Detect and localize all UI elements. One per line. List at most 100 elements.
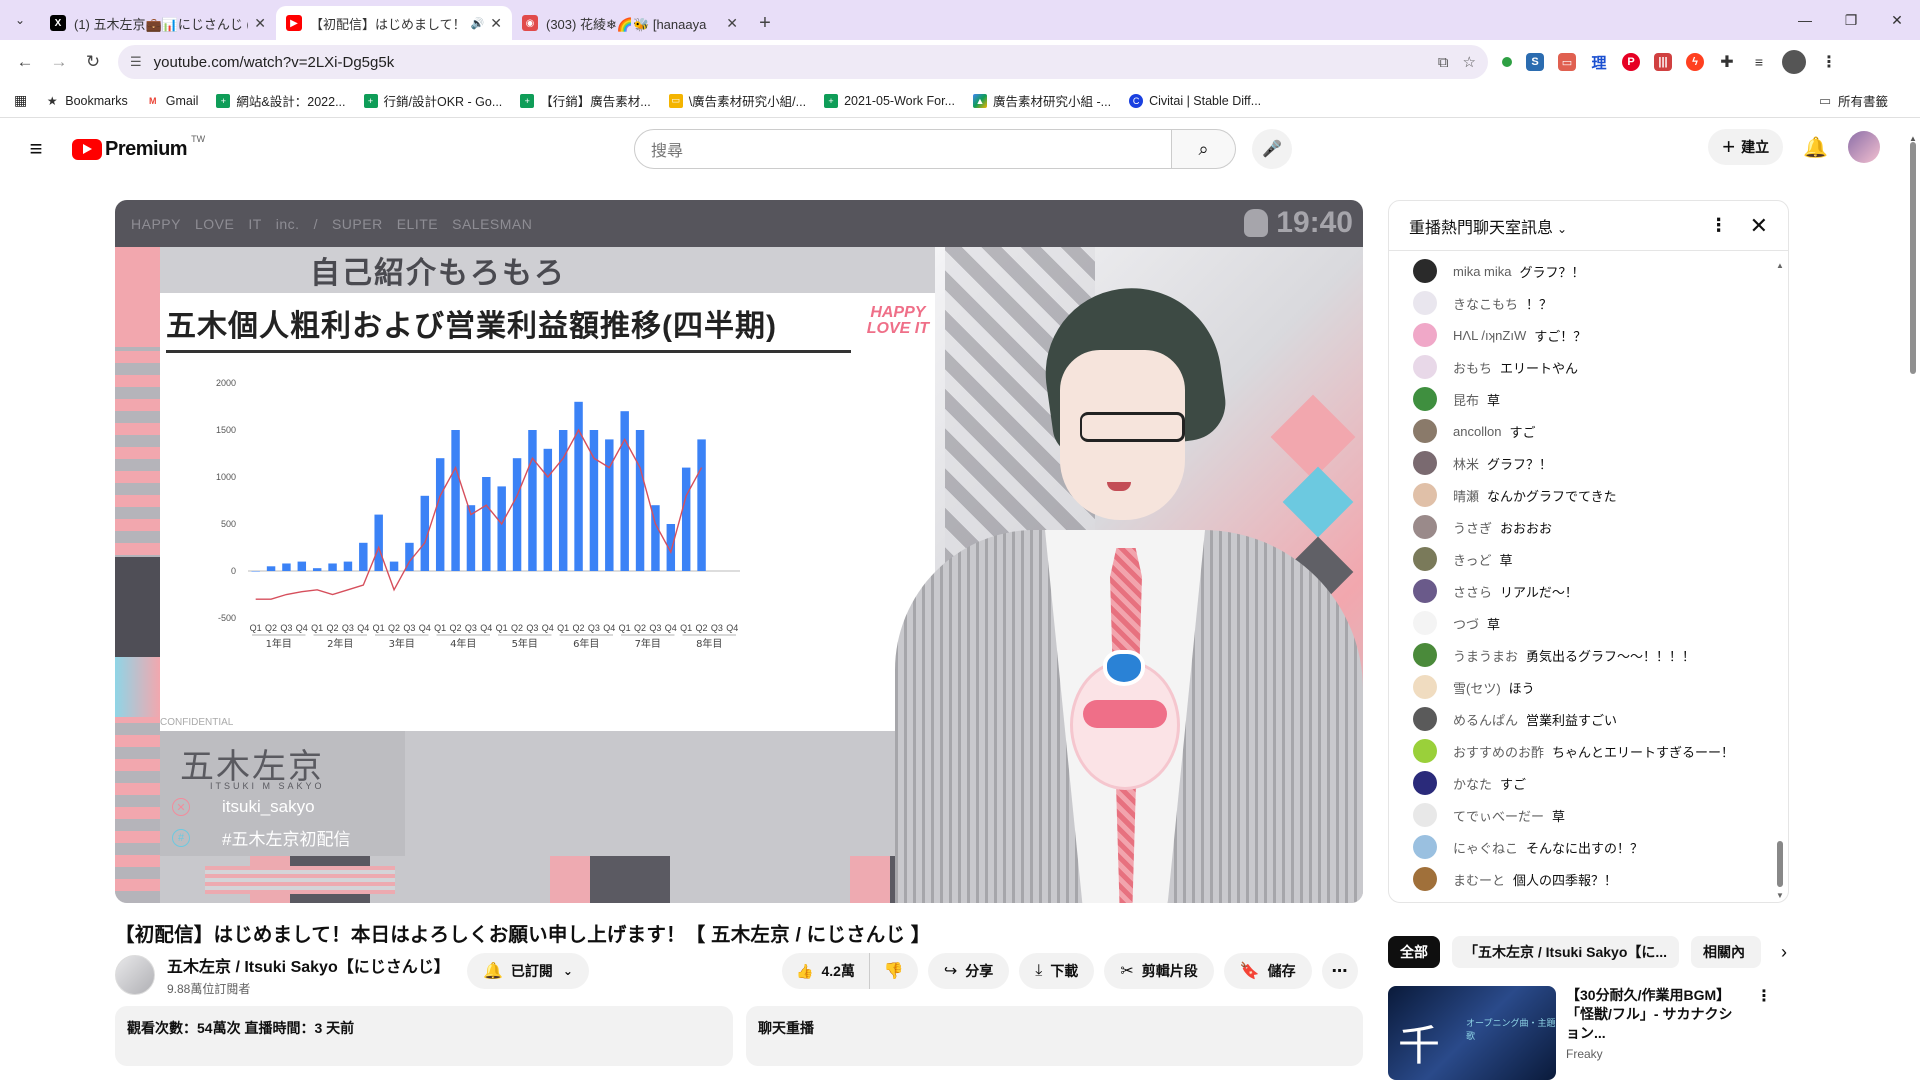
chat-author-avatar[interactable] — [1413, 611, 1437, 635]
chat-author-name[interactable]: つづ — [1453, 614, 1479, 633]
chat-message[interactable]: まむーと 個人の四季報？！ — [1389, 863, 1777, 895]
chat-author-name[interactable]: きなこもち — [1453, 294, 1518, 313]
notifications-bell-icon[interactable]: 🔔 — [1803, 135, 1828, 160]
chat-author-avatar[interactable] — [1413, 355, 1437, 379]
more-vertical-icon[interactable]: ⋮ — [1756, 986, 1772, 1046]
bookmark-star-icon[interactable]: ☆ — [1463, 53, 1476, 71]
youtube-premium-logo[interactable]: Premium TW — [72, 134, 205, 161]
browser-tab-2[interactable]: ▶ 【初配信】はじめまして！ 🔊 ✕ — [276, 6, 512, 40]
chat-message[interactable]: かなた すご — [1389, 767, 1777, 799]
voice-search-button[interactable]: 🎤 — [1252, 129, 1292, 169]
chat-scrollbar[interactable]: ▲ ▼ — [1776, 261, 1784, 901]
apps-grid-icon[interactable]: ▦ — [14, 92, 27, 109]
chat-author-name[interactable]: HɅL /ıʞnZıW — [1453, 328, 1526, 343]
browser-profile-avatar[interactable] — [1782, 50, 1806, 74]
chat-author-avatar[interactable] — [1413, 451, 1437, 475]
chat-message[interactable]: きなこもち ！？ — [1389, 287, 1777, 319]
tab-close-icon[interactable]: ✕ — [490, 15, 502, 32]
speaker-icon[interactable]: 🔊 — [471, 17, 485, 30]
chat-message[interactable]: つづ草 — [1389, 607, 1777, 639]
chat-author-avatar[interactable] — [1413, 739, 1437, 763]
pinterest-icon[interactable]: P — [1622, 53, 1640, 71]
page-scrollbar[interactable]: ▲ — [1906, 134, 1920, 1040]
chat-author-avatar[interactable] — [1413, 387, 1437, 411]
related-video-channel[interactable]: Freaky — [1566, 1047, 1746, 1061]
bookmark-item[interactable]: + 【行銷】廣告素材... — [520, 91, 651, 110]
account-avatar[interactable] — [1848, 131, 1880, 163]
reload-button[interactable]: ↻ — [76, 45, 110, 79]
chat-author-name[interactable]: 昆布 — [1453, 390, 1479, 409]
new-tab-button[interactable]: + — [748, 6, 782, 40]
address-bar[interactable]: ☰ youtube.com/watch?v=2LXi-Dg5g5k ⧉ ☆ — [118, 45, 1488, 79]
bookmark-item[interactable]: ▲ 廣告素材研究小組 -... — [973, 91, 1111, 110]
chat-author-avatar[interactable] — [1413, 483, 1437, 507]
chat-message[interactable]: うさぎ おおおお — [1389, 511, 1777, 543]
scroll-thumb[interactable] — [1910, 142, 1916, 374]
chat-author-avatar[interactable] — [1413, 771, 1437, 795]
bookmark-item[interactable]: +2021-05-Work For... — [824, 93, 955, 108]
bookmark-item[interactable]: + 網站&設計：2022... — [216, 91, 346, 110]
chat-author-name[interactable]: ancollon — [1453, 424, 1501, 439]
bookmark-item[interactable]: + 行銷/設計OKR - Go... — [363, 91, 502, 110]
chat-message[interactable]: HɅL /ıʞnZıW すご！？ — [1389, 319, 1777, 351]
chat-author-name[interactable]: てでぃべーだー — [1453, 806, 1544, 825]
subscribed-button[interactable]: 🔔 已訂閱 ⌄ — [467, 953, 589, 989]
chat-author-avatar[interactable] — [1413, 419, 1437, 443]
channel-name[interactable]: 五木左京 / Itsuki Sakyo【にじさんじ】 — [167, 953, 450, 977]
channel-avatar[interactable] — [115, 955, 155, 995]
minimize-icon[interactable]: — — [1782, 0, 1828, 40]
chat-message[interactable]: 林米 グラフ？！ — [1389, 447, 1777, 479]
chat-author-name[interactable]: きっど — [1453, 550, 1491, 569]
chat-message[interactable]: おもち エリートやん — [1389, 351, 1777, 383]
search-input[interactable]: 搜尋 — [634, 129, 1172, 169]
description-box[interactable]: 觀看次數：54萬次 直播時間：3 天前 — [115, 1006, 733, 1066]
scroll-up-icon[interactable]: ▲ — [1776, 261, 1784, 270]
chat-author-name[interactable]: まむーと — [1453, 870, 1505, 889]
chat-message[interactable]: うまうまお 勇気出るグラフ〜〜！！！！ — [1389, 639, 1777, 671]
chat-author-avatar[interactable] — [1413, 835, 1437, 859]
chat-message[interactable]: おすすめのお酢 ちゃんとエリートすぎるーー！ — [1389, 735, 1777, 767]
extension-bars-icon[interactable]: ||| — [1654, 53, 1672, 71]
browser-tab-1[interactable]: X (1) 五木左京💼📊にじさんじ ( ✕ — [40, 6, 276, 40]
dislike-button[interactable]: 👎 — [870, 953, 918, 989]
scroll-thumb[interactable] — [1777, 841, 1783, 887]
more-actions-button[interactable]: ⋯ — [1321, 953, 1358, 989]
related-video-card[interactable]: 千 オープニング曲・主題歌 【30分耐久/作業用BGM】「怪獣/フル」- サカナ… — [1388, 986, 1788, 1080]
chat-author-name[interactable]: おもち — [1453, 358, 1492, 377]
share-button[interactable]: ↪ 分享 — [927, 953, 1010, 989]
chat-message[interactable]: 晴瀬 なんかグラフでてきた — [1389, 479, 1777, 511]
chat-author-name[interactable]: うまうまお — [1453, 646, 1518, 665]
chat-message[interactable]: てでぃべーだー草 — [1389, 799, 1777, 831]
chat-author-avatar[interactable] — [1413, 291, 1437, 315]
chat-message[interactable]: にゃぐねこ そんなに出すの！？ — [1389, 831, 1777, 863]
install-app-icon[interactable]: ⧉ — [1438, 54, 1449, 71]
browser-menu-icon[interactable]: ⋮ — [1820, 53, 1838, 71]
chip-related[interactable]: 相關內 — [1691, 936, 1762, 968]
site-info-icon[interactable]: ☰ — [130, 54, 142, 70]
chat-message[interactable]: ancollon すご — [1389, 415, 1777, 447]
extension-dot-icon[interactable] — [1502, 57, 1512, 67]
chat-author-name[interactable]: 雪(セツ) — [1453, 678, 1501, 697]
restore-icon[interactable]: ❐ — [1828, 0, 1874, 40]
tab-close-icon[interactable]: ✕ — [726, 15, 738, 32]
like-button[interactable]: 👍 4.2萬 — [782, 953, 870, 989]
chat-author-avatar[interactable] — [1413, 707, 1437, 731]
extension-flash-icon[interactable]: ϟ — [1686, 53, 1704, 71]
chat-more-icon[interactable]: ⋮ — [1710, 215, 1728, 236]
extension-li-icon[interactable]: 理 — [1590, 53, 1608, 72]
browser-tab-3[interactable]: ◉ (303) 花綾❄🌈🐝 [hanaaya ✕ — [512, 6, 748, 40]
chat-author-avatar[interactable] — [1413, 867, 1437, 891]
clip-button[interactable]: ✂ 剪輯片段 — [1104, 953, 1214, 989]
chat-close-icon[interactable]: ✕ — [1750, 213, 1768, 239]
chat-message[interactable]: mika mika グラフ？！ — [1389, 255, 1777, 287]
extension-translate-icon[interactable]: S — [1526, 53, 1544, 71]
bookmark-item[interactable]: ★ Bookmarks — [45, 94, 128, 108]
chat-message[interactable]: めるんぱん 営業利益すごい — [1389, 703, 1777, 735]
tab-close-icon[interactable]: ✕ — [254, 15, 266, 32]
chat-author-avatar[interactable] — [1413, 675, 1437, 699]
chat-mode-dropdown[interactable]: 重播熱門聊天室訊息 ⌄ — [1409, 214, 1710, 238]
chip-all[interactable]: 全部 — [1388, 936, 1440, 968]
chat-author-name[interactable]: 晴瀬 — [1453, 486, 1479, 505]
chat-replay-panel[interactable]: 聊天重播 — [746, 1006, 1363, 1066]
close-window-icon[interactable]: ✕ — [1874, 0, 1920, 40]
